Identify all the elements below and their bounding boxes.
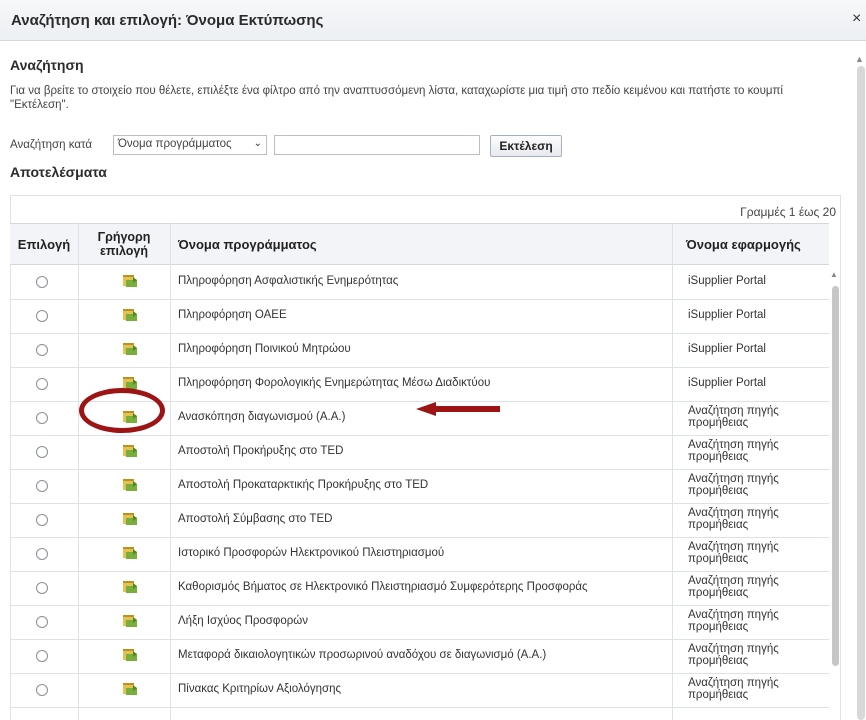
quick-select-icon[interactable] [122, 478, 138, 492]
table-row: Αποστολή Προκαταρκτικής Προκήρυξης στο T… [10, 469, 830, 504]
application-name: iSupplier Portal [688, 275, 766, 287]
select-radio[interactable] [36, 344, 48, 356]
program-name: Μεταφορά δικαιολογητικών προσωρινού αναδ… [178, 649, 547, 661]
search-filter-select[interactable]: Όνομα προγράμματος ⌄ [113, 135, 267, 155]
table-row: Πληροφόρηση ΟΑΕΕ iSupplier Portal [10, 299, 830, 334]
dialog-titlebar: Αναζήτηση και επιλογή: Όνομα Εκτύπωσης × [0, 0, 866, 41]
application-name: Αναζήτηση πηγής προμήθειας [688, 677, 779, 701]
quick-select-icon[interactable] [122, 444, 138, 458]
column-divider [672, 223, 673, 720]
application-name: Αναζήτηση πηγής προμήθειας [688, 609, 779, 633]
table-row: Ιστορικό Προσφορών Ηλεκτρονικού Πλειστηρ… [10, 537, 830, 572]
program-name: Πίνακας Κριτηρίων Αξιολόγησης [178, 683, 342, 695]
application-name: Αναζήτηση πηγής προμήθειας [688, 507, 779, 531]
quick-select-icon[interactable] [122, 682, 138, 696]
program-name: Πληροφόρηση Ασφαλιστικής Ενημερότητας [178, 275, 399, 287]
dialog-title: Αναζήτηση και επιλογή: Όνομα Εκτύπωσης [11, 12, 324, 29]
dialog-scroll-up-arrow-icon[interactable]: ▲ [855, 54, 864, 64]
search-instructions: Για να βρείτε το στοιχείο που θέλετε, επ… [10, 85, 783, 111]
quick-select-icon[interactable] [122, 512, 138, 526]
table-row: Αποστολή Προκήρυξης στο TED Αναζήτηση πη… [10, 435, 830, 470]
select-radio[interactable] [36, 446, 48, 458]
program-name: Ανασκόπηση διαγωνισμού (Α.Α.) [178, 411, 346, 423]
search-filter-value: Όνομα προγράμματος [118, 138, 232, 150]
select-radio[interactable] [36, 684, 48, 696]
go-button[interactable]: Εκτέλεση [490, 135, 562, 157]
application-name: Αναζήτηση πηγής προμήθειας [688, 439, 779, 463]
red-arrow-annotation [416, 402, 500, 416]
application-name: iSupplier Portal [688, 309, 766, 321]
select-radio[interactable] [36, 276, 48, 288]
table-row: Πίνακας Κριτηρίων Αξιολόγησης Αναζήτηση … [10, 673, 830, 708]
quick-select-icon[interactable] [122, 648, 138, 662]
select-radio[interactable] [36, 378, 48, 390]
table-row: Αποστολή Σύμβασης στο TED Αναζήτηση πηγή… [10, 503, 830, 538]
dialog-scrollbar-thumb[interactable] [857, 66, 865, 720]
quick-select-icon[interactable] [122, 546, 138, 560]
results-heading: Αποτελέσματα [10, 164, 107, 180]
select-radio[interactable] [36, 650, 48, 662]
arrow-shaft [432, 406, 500, 412]
program-name: Αποστολή Σύμβασης στο TED [178, 513, 333, 525]
search-select-dialog: Αναζήτηση και επιλογή: Όνομα Εκτύπωσης ×… [0, 0, 866, 720]
search-by-label: Αναζήτηση κατά [10, 139, 93, 151]
program-name: Λήξη Ισχύος Προσφορών [178, 615, 309, 627]
quick-select-icon[interactable] [122, 342, 138, 356]
column-header-program-name[interactable]: Όνομα προγράμματος [170, 223, 672, 265]
program-name: Πληροφόρηση ΟΑΕΕ [178, 309, 287, 321]
table-row: Μεταφορά δικαιολογητικών προσωρινού αναδ… [10, 639, 830, 674]
quick-select-icon[interactable] [122, 274, 138, 288]
chevron-down-icon: ⌄ [253, 138, 262, 149]
select-radio[interactable] [36, 412, 48, 424]
rows-range-info: Γραμμές 1 έως 20 [740, 205, 836, 219]
scroll-up-arrow-icon[interactable]: ▲ [830, 270, 838, 279]
program-name: Πληροφόρηση Φορολογικής Ενημερώτητας Μέσ… [178, 377, 491, 389]
table-row: Λήξη Ισχύος Προσφορών Αναζήτηση πηγής πρ… [10, 605, 830, 640]
select-radio[interactable] [36, 582, 48, 594]
program-name: Πληροφόρηση Ποινικού Μητρώου [178, 343, 351, 355]
close-icon[interactable]: × [852, 10, 861, 28]
program-name: Καθορισμός Βήματος σε Ηλεκτρονικό Πλειστ… [178, 581, 588, 593]
application-name: Αναζήτηση πηγής προμήθειας [688, 575, 779, 599]
table-row: Πληροφόρηση Ποινικού Μητρώου iSupplier P… [10, 333, 830, 368]
search-input[interactable] [274, 135, 480, 155]
application-name: Αναζήτηση πηγής προμήθειας [688, 643, 779, 667]
select-radio[interactable] [36, 548, 48, 560]
column-header-select-label: Επιλογή [17, 236, 71, 252]
highlight-circle-annotation [79, 388, 165, 433]
table-row: Πληροφόρηση Ασφαλιστικής Ενημερότητας iS… [10, 265, 830, 300]
column-header-select: Επιλογή [10, 223, 78, 265]
quick-select-icon[interactable] [122, 308, 138, 322]
select-radio[interactable] [36, 480, 48, 492]
column-header-application-name[interactable]: Όνομα εφαρμογής [672, 223, 829, 265]
table-row: Καθορισμός Βήματος σε Ηλεκτρονικό Πλειστ… [10, 571, 830, 606]
quick-select-icon[interactable] [122, 580, 138, 594]
column-header-quick-select: Γρήγορη επιλογή [78, 223, 170, 265]
quick-select-icon[interactable] [122, 614, 138, 628]
results-scrollbar-thumb[interactable] [832, 286, 839, 666]
column-header-application-name-label: Όνομα εφαρμογής [686, 236, 801, 252]
select-radio[interactable] [36, 310, 48, 322]
program-name: Ιστορικό Προσφορών Ηλεκτρονικού Πλειστηρ… [178, 547, 445, 559]
application-name: iSupplier Portal [688, 377, 766, 389]
column-header-quick-select-label: Γρήγορη επιλογή [97, 230, 151, 258]
select-radio[interactable] [36, 514, 48, 526]
select-radio[interactable] [36, 616, 48, 628]
application-name: Αναζήτηση πηγής προμήθειας [688, 405, 779, 429]
search-heading: Αναζήτηση [10, 57, 84, 73]
column-header-program-name-label: Όνομα προγράμματος [178, 236, 317, 252]
column-divider [170, 223, 171, 720]
application-name: Αναζήτηση πηγής προμήθειας [688, 541, 779, 565]
program-name: Αποστολή Προκήρυξης στο TED [178, 445, 344, 457]
column-divider [78, 223, 79, 720]
application-name: Αναζήτηση πηγής προμήθειας [688, 473, 779, 497]
program-name: Αποστολή Προκαταρκτικής Προκήρυξης στο T… [178, 479, 429, 491]
application-name: iSupplier Portal [688, 343, 766, 355]
arrow-head [416, 402, 436, 416]
